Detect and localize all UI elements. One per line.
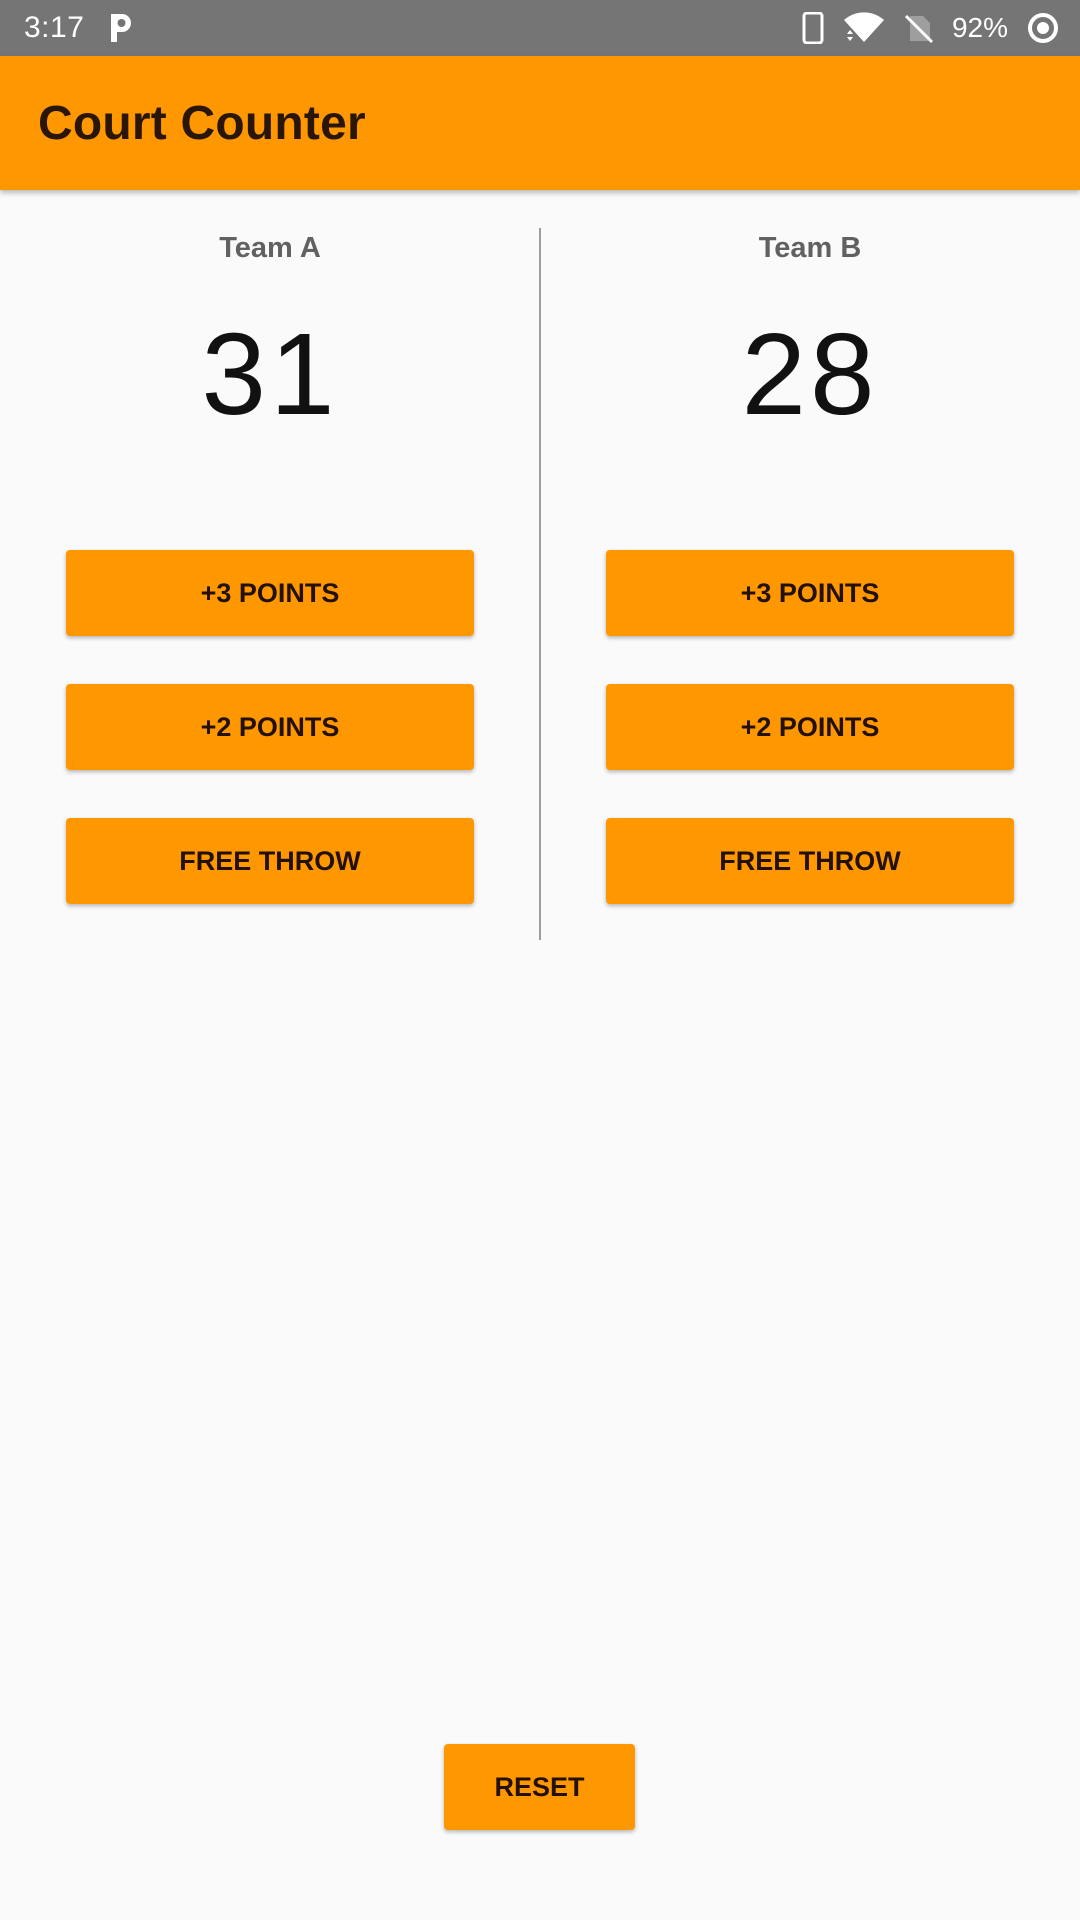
team-b-free-throw-button[interactable]: FREE THROW <box>606 818 1014 904</box>
team-a-name: Team A <box>219 232 321 264</box>
reset-button[interactable]: RESET <box>444 1744 635 1830</box>
status-time: 3:17 <box>24 11 85 44</box>
app-title: Court Counter <box>38 96 366 150</box>
sync-icon <box>1026 11 1060 45</box>
team-a-column: Team A 31 +3 POINTS +2 POINTS FREE THROW <box>0 190 540 904</box>
team-a-score: 31 <box>201 309 339 439</box>
wifi-icon <box>842 12 886 44</box>
battery-percent: 92% <box>951 12 1008 43</box>
phone-icon <box>802 12 824 44</box>
status-left: 3:17 <box>24 11 134 45</box>
team-b-plus2-button[interactable]: +2 POINTS <box>606 684 1014 770</box>
team-b-name: Team B <box>758 232 862 264</box>
team-a-plus2-button[interactable]: +2 POINTS <box>66 684 474 770</box>
status-right: 92% <box>802 11 1060 45</box>
team-a-free-throw-button[interactable]: FREE THROW <box>66 818 474 904</box>
app-bar: Court Counter <box>0 56 1080 190</box>
team-b-column: Team B 28 +3 POINTS +2 POINTS FREE THROW <box>540 190 1080 904</box>
team-b-score: 28 <box>741 309 879 439</box>
no-sim-icon <box>904 12 934 44</box>
status-bar: 3:17 92% <box>0 0 1080 56</box>
team-b-plus3-button[interactable]: +3 POINTS <box>606 550 1014 636</box>
team-a-plus3-button[interactable]: +3 POINTS <box>66 550 474 636</box>
parking-icon <box>108 12 134 44</box>
